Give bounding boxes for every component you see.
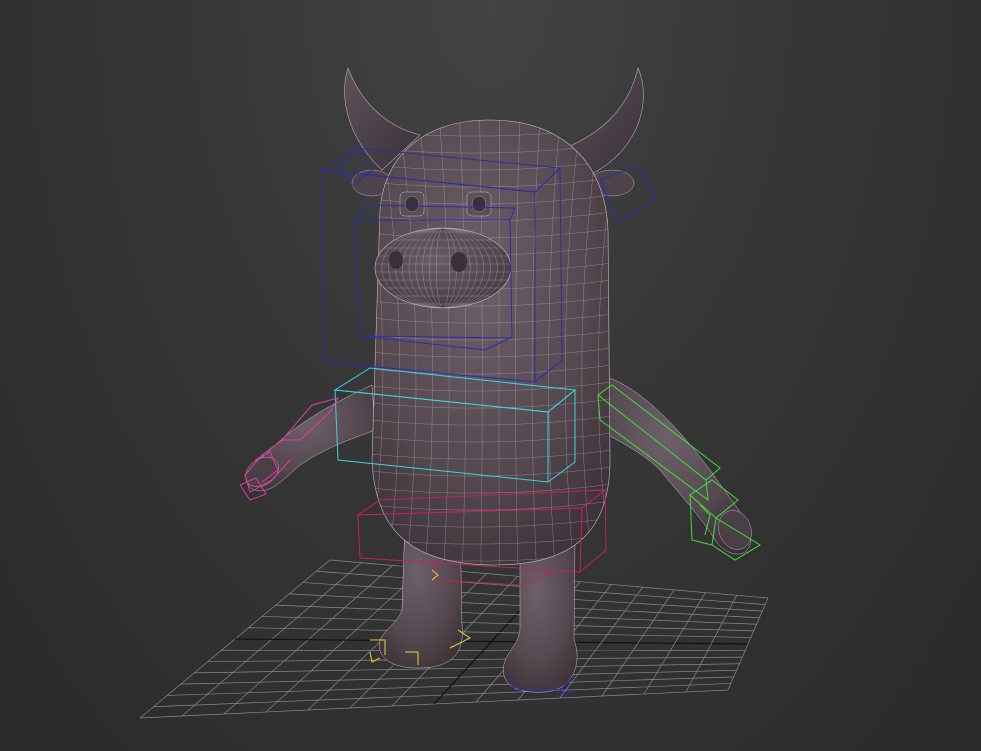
left-nostril [389, 251, 403, 269]
perspective-viewport[interactable] [0, 0, 981, 751]
left-pupil [404, 195, 420, 213]
scene-canvas[interactable] [0, 0, 981, 751]
right-nostril [451, 252, 467, 272]
grid-line [275, 604, 757, 625]
grid-line [248, 627, 751, 638]
grid-line [262, 616, 754, 632]
right-pupil [471, 195, 487, 213]
body [371, 119, 611, 566]
grid-line [234, 638, 749, 645]
